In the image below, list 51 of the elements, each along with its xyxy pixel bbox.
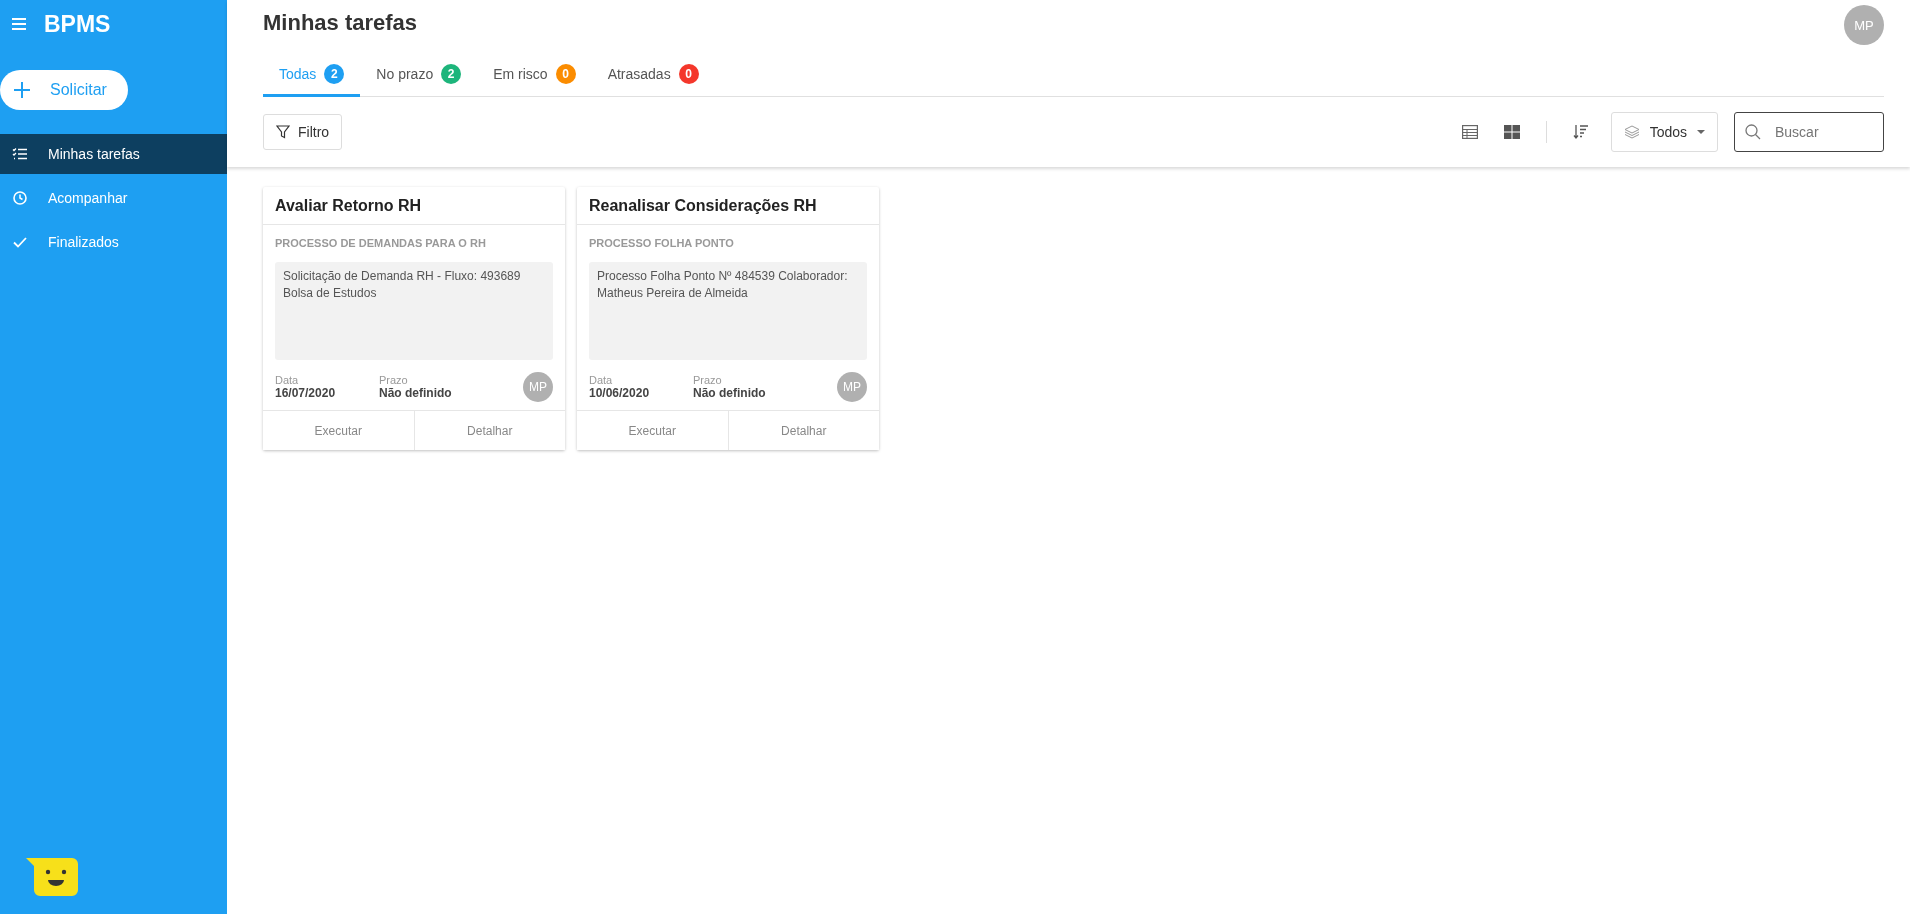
layers-icon xyxy=(1623,125,1640,139)
count-badge: 0 xyxy=(555,64,576,84)
assignee-avatar: MP xyxy=(837,372,867,402)
user-avatar[interactable]: MP xyxy=(1844,5,1884,45)
tab[interactable]: Todas 2 xyxy=(263,54,361,97)
nav-item[interactable]: Acompanhar xyxy=(0,178,227,218)
grid-view-icon[interactable] xyxy=(1503,125,1520,139)
assignee-avatar: MP xyxy=(523,372,553,402)
deadline-label: Prazo xyxy=(379,374,409,386)
deadline-label: Prazo xyxy=(693,374,723,386)
chat-widget-icon[interactable] xyxy=(26,858,80,898)
date-value: 10/06/2020 xyxy=(589,386,651,400)
count-badge: 2 xyxy=(324,64,345,84)
menu-icon[interactable] xyxy=(12,18,26,30)
clock-icon xyxy=(12,191,28,205)
task-description: Processo Folha Ponto Nº 484539 Colaborador: Matheus Pereira de Almeida xyxy=(589,262,867,360)
search-icon xyxy=(1745,124,1761,140)
checklist-icon xyxy=(12,148,28,160)
filter-icon xyxy=(276,125,290,139)
search-field[interactable]: Buscar xyxy=(1734,112,1884,152)
deadline-value: Não definido xyxy=(693,386,767,400)
count-badge: 0 xyxy=(678,64,699,84)
date-label: Data xyxy=(275,374,300,386)
count-badge: 2 xyxy=(441,64,462,84)
card-title: Avaliar Retorno RH xyxy=(263,187,565,225)
nav-item[interactable]: Finalizados xyxy=(0,222,227,262)
card-action-button[interactable]: Executar xyxy=(263,411,414,450)
date-value: 16/07/2020 xyxy=(275,386,337,400)
tab[interactable]: Atrasadas 0 xyxy=(591,54,715,97)
solicitar-button[interactable]: Solicitar xyxy=(0,70,128,110)
tab[interactable]: No prazo 2 xyxy=(360,54,478,97)
date-label: Data xyxy=(589,374,614,386)
status-dropdown[interactable]: Todos xyxy=(1610,112,1718,152)
card-action-button[interactable]: Detalhar xyxy=(413,411,565,450)
table-view-icon[interactable] xyxy=(1461,125,1478,139)
nav-item[interactable]: Minhas tarefas xyxy=(0,134,227,174)
task-description: Solicitação de Demanda RH - Fluxo: 493689 Bolsa de Estudos xyxy=(275,262,553,360)
card-action-button[interactable]: Detalhar xyxy=(727,411,879,450)
process-name: PROCESSO FOLHA PONTO xyxy=(589,237,735,249)
card-action-button[interactable]: Executar xyxy=(577,411,728,450)
deadline-value: Não definido xyxy=(379,386,453,400)
card-title: Reanalisar Considerações RH xyxy=(577,187,879,225)
caret-icon xyxy=(1697,130,1705,134)
tab[interactable]: Em risco 0 xyxy=(477,54,592,97)
check-icon xyxy=(12,236,28,248)
plus-icon xyxy=(14,82,30,98)
sort-icon[interactable] xyxy=(1572,124,1589,140)
filter-button[interactable]: Filtro xyxy=(263,114,343,150)
page-title: Minhas tarefas xyxy=(263,10,418,36)
app-logo: BPMS xyxy=(44,10,111,38)
process-name: PROCESSO DE DEMANDAS PARA O RH xyxy=(275,237,487,249)
